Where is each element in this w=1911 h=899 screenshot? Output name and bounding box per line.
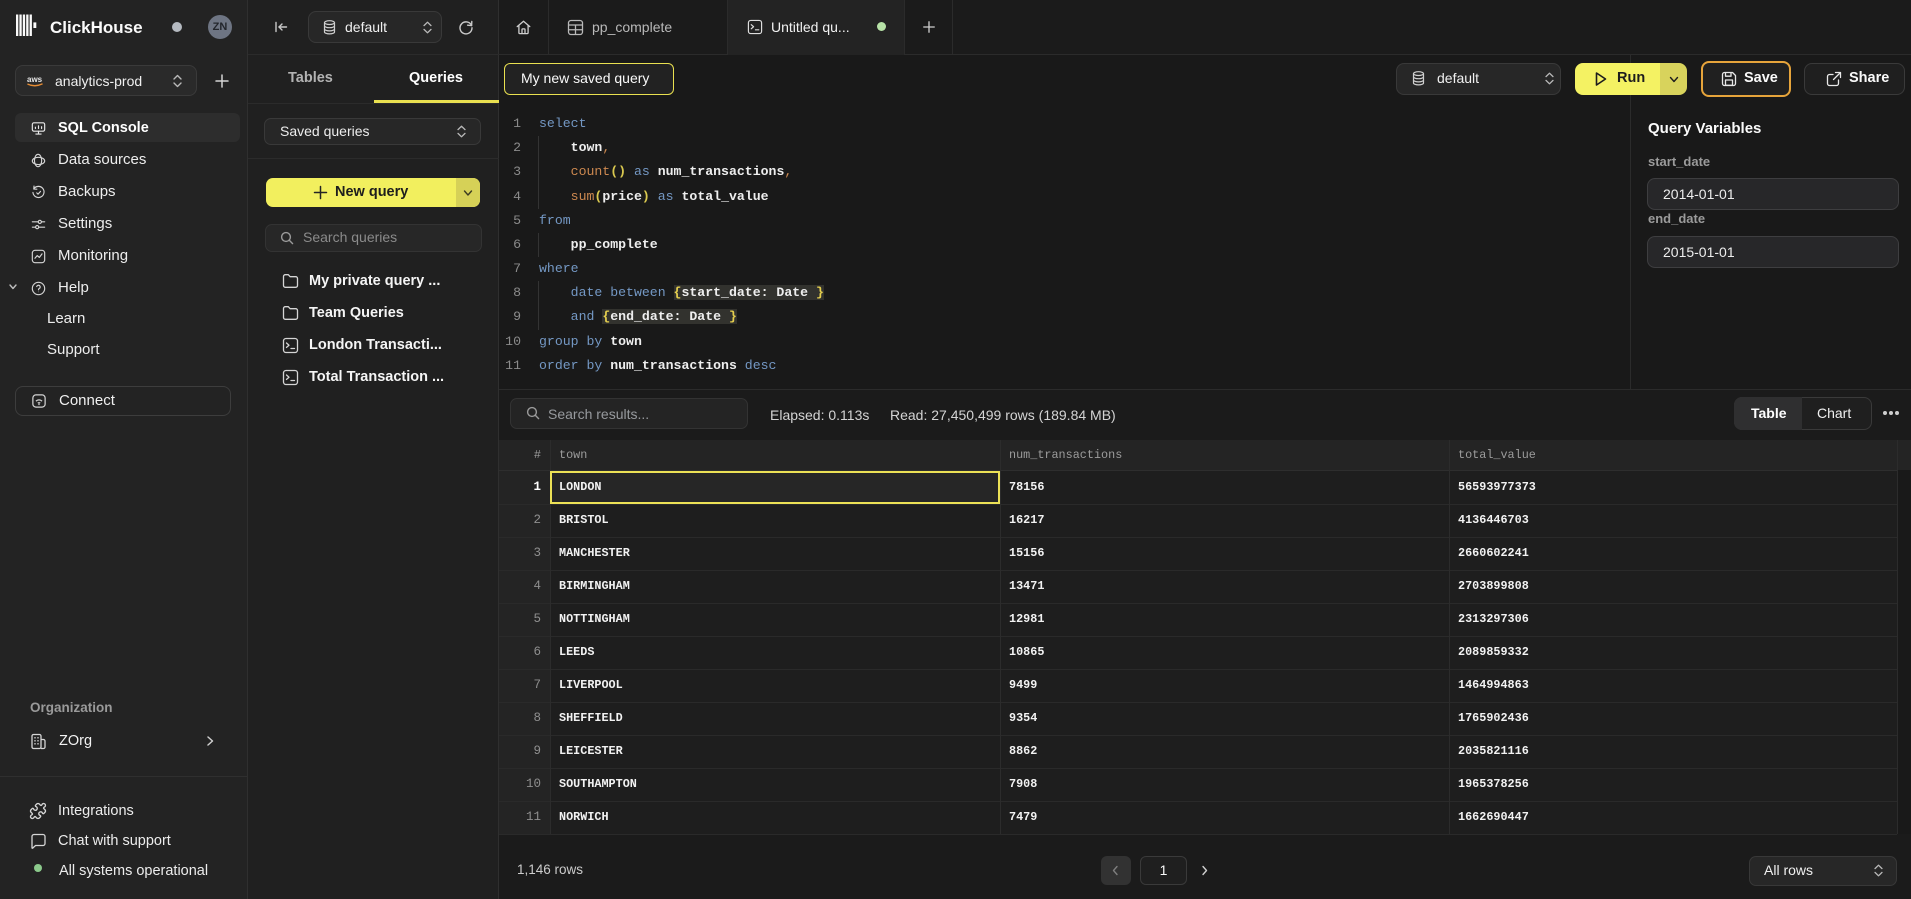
svg-text:aws: aws	[27, 75, 43, 84]
